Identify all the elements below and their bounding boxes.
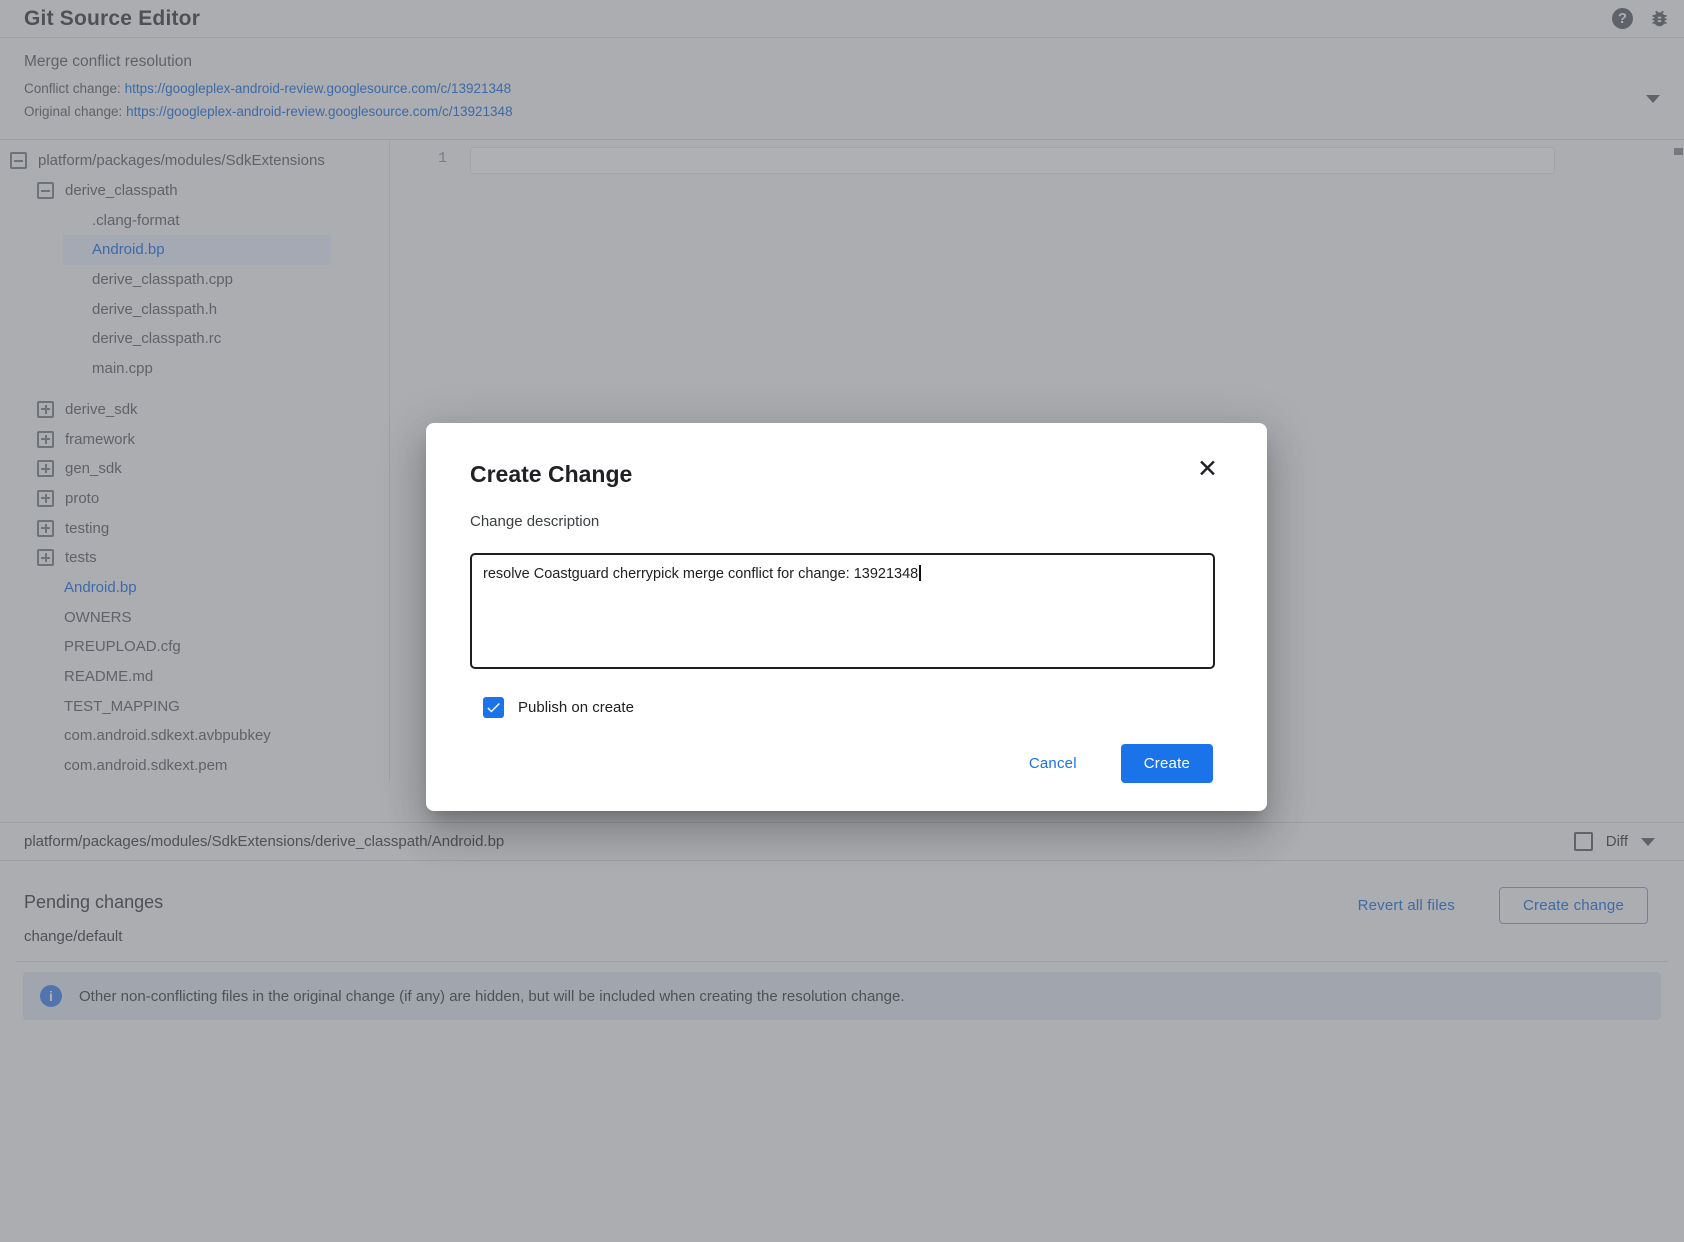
publish-on-create-checkbox[interactable] [483, 697, 504, 718]
change-description-value: resolve Coastguard cherrypick merge conf… [483, 566, 918, 582]
change-description-label: Change description [470, 513, 599, 530]
create-change-dialog: ✕ Create Change Change description resol… [426, 423, 1267, 811]
git-source-editor-app: Git Source Editor ? Merge conflict resol… [0, 0, 1684, 1242]
cancel-button[interactable]: Cancel [1029, 755, 1077, 772]
publish-on-create-row: Publish on create [483, 697, 634, 718]
publish-on-create-label: Publish on create [518, 699, 634, 716]
create-button[interactable]: Create [1121, 744, 1213, 783]
text-cursor [919, 565, 921, 581]
close-icon[interactable]: ✕ [1197, 456, 1218, 481]
dialog-title: Create Change [470, 461, 632, 488]
dialog-actions: Cancel Create [1029, 744, 1213, 783]
change-description-input[interactable]: resolve Coastguard cherrypick merge conf… [470, 553, 1215, 669]
